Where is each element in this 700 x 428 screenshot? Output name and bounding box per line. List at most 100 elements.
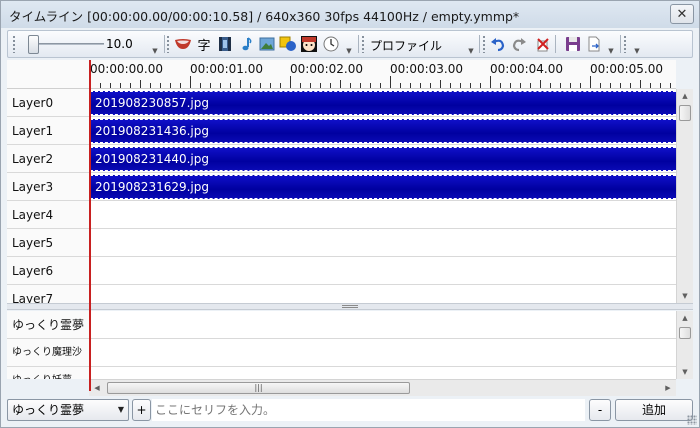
toolbar-grip[interactable]: [361, 35, 365, 53]
ruler-tick: [220, 83, 221, 88]
ruler-tick: [650, 83, 651, 88]
scroll-down-icon[interactable]: ▼: [677, 365, 693, 379]
toolbar-separator: [164, 35, 165, 53]
ruler-tick: [290, 76, 291, 88]
toolbar-grip[interactable]: [623, 35, 627, 53]
ruler-tick: [540, 80, 541, 88]
layer-label[interactable]: Layer3: [7, 173, 89, 201]
character-tracks[interactable]: [89, 311, 676, 379]
ruler-tick: [260, 83, 261, 88]
text-icon[interactable]: 字: [194, 34, 214, 54]
character-label[interactable]: ゆっくり魔理沙: [7, 339, 89, 367]
image-clip[interactable]: 201908231436.jpg: [90, 119, 676, 143]
serif-input-bar: ゆっくり霊夢 ▼ + - 追加: [1, 397, 699, 427]
serif-input[interactable]: [152, 399, 585, 421]
resize-grip[interactable]: [687, 415, 697, 425]
layer-label[interactable]: Layer5: [7, 229, 89, 257]
layer-label[interactable]: Layer7: [7, 285, 89, 303]
delete-icon[interactable]: [533, 34, 553, 54]
scrollbar-thumb[interactable]: [679, 327, 691, 339]
ruler-tick: [520, 83, 521, 88]
layer-label[interactable]: Layer1: [7, 117, 89, 145]
splitter-grip: [342, 305, 358, 308]
toolbar: 10.0 ▼ 字 ▼ プロファイル ▼ ▼ ▼: [7, 30, 693, 58]
toolbar-overflow-dropdown[interactable]: ▼: [632, 33, 642, 55]
character-track-row[interactable]: [89, 311, 676, 339]
character-select[interactable]: ゆっくり霊夢 ▼: [7, 399, 129, 421]
track-row[interactable]: [89, 285, 676, 303]
image-icon[interactable]: [257, 34, 277, 54]
time-ruler[interactable]: 00:00:00.00 00:00:01.00 00:00:02.00 00:0…: [7, 60, 676, 89]
character-label[interactable]: ゆっくり霊夢: [7, 311, 89, 339]
remove-button[interactable]: -: [589, 399, 611, 421]
ruler-tick: [620, 83, 621, 88]
character-icon[interactable]: [299, 34, 319, 54]
toolbar-overflow-dropdown[interactable]: ▼: [606, 33, 616, 55]
track-row[interactable]: [89, 257, 676, 285]
profile-dropdown[interactable]: ▼: [466, 33, 476, 55]
character-track-row[interactable]: [89, 339, 676, 367]
zoom-slider-track[interactable]: [30, 43, 104, 45]
layer-label-column: Layer0 Layer1 Layer2 Layer3 Layer4 Layer…: [7, 89, 89, 303]
title-bar: タイムライン [00:00:00.00/00:00:10.58] / 640x3…: [1, 1, 699, 28]
image-clip[interactable]: 201908231629.jpg: [90, 175, 676, 199]
character-vertical-scrollbar[interactable]: ▲ ▼: [676, 311, 693, 379]
layer-tracks[interactable]: 201908230857.jpg 201908231436.jpg 201908…: [89, 89, 676, 303]
ruler-label: 00:00:04.00: [490, 62, 563, 76]
ruler-tick: [320, 83, 321, 88]
ruler-tick: [430, 83, 431, 88]
toolbar-grip[interactable]: [482, 35, 486, 53]
layer-label[interactable]: Layer2: [7, 145, 89, 173]
ruler-tick: [450, 83, 451, 88]
ruler-tick: [400, 83, 401, 88]
image-clip[interactable]: 201908231440.jpg: [90, 147, 676, 171]
image-clip[interactable]: 201908230857.jpg: [90, 91, 676, 115]
track-row[interactable]: 201908231629.jpg: [89, 173, 676, 201]
track-row[interactable]: 201908231440.jpg: [89, 145, 676, 173]
close-button[interactable]: ✕: [670, 4, 694, 24]
audio-icon[interactable]: [236, 34, 256, 54]
scrollbar-thumb[interactable]: [679, 105, 691, 121]
playhead-line[interactable]: [89, 60, 91, 391]
ruler-tick: [280, 83, 281, 88]
layer-label[interactable]: Layer0: [7, 89, 89, 117]
scrollbar-thumb[interactable]: |||: [107, 382, 410, 394]
character-track-row[interactable]: [89, 367, 676, 379]
track-row[interactable]: [89, 229, 676, 257]
layer-label[interactable]: Layer6: [7, 257, 89, 285]
character-label-column: ゆっくり霊夢 ゆっくり魔理沙 ゆっくり妖夢: [7, 311, 89, 379]
profile-button[interactable]: プロファイル: [370, 37, 442, 54]
export-icon[interactable]: [584, 34, 604, 54]
ruler-tick: [360, 83, 361, 88]
timeline-horizontal-scrollbar[interactable]: ◀ ||| ▶: [89, 379, 676, 396]
toolbar-overflow-dropdown[interactable]: ▼: [150, 33, 160, 55]
layer-vertical-scrollbar[interactable]: ▲ ▼: [676, 89, 693, 303]
scroll-up-icon[interactable]: ▲: [677, 311, 693, 325]
layer-label[interactable]: Layer4: [7, 201, 89, 229]
add-character-button[interactable]: +: [132, 399, 151, 421]
shape-icon[interactable]: [278, 34, 298, 54]
scroll-up-icon[interactable]: ▲: [677, 89, 693, 103]
scroll-left-icon[interactable]: ◀: [89, 380, 105, 396]
redo-icon[interactable]: [509, 34, 529, 54]
add-button[interactable]: 追加: [615, 399, 693, 421]
track-row[interactable]: [89, 201, 676, 229]
undo-icon[interactable]: [488, 34, 508, 54]
window-title: タイムライン [00:00:00.00/00:00:10.58] / 640x3…: [9, 9, 520, 24]
ruler-tick: [370, 83, 371, 88]
toolbar-grip[interactable]: [12, 35, 16, 53]
character-label[interactable]: ゆっくり妖夢: [7, 367, 89, 379]
scroll-right-icon[interactable]: ▶: [660, 380, 676, 396]
track-row[interactable]: 201908231436.jpg: [89, 117, 676, 145]
voice-mouth-icon[interactable]: [173, 34, 193, 54]
track-row[interactable]: 201908230857.jpg: [89, 89, 676, 117]
scrollbar-grip: |||: [254, 383, 263, 392]
save-icon[interactable]: [563, 34, 583, 54]
video-icon[interactable]: [215, 34, 235, 54]
scroll-down-icon[interactable]: ▼: [677, 289, 693, 303]
toolbar-overflow-dropdown[interactable]: ▼: [344, 33, 354, 55]
toolbar-grip[interactable]: [166, 35, 170, 53]
pane-splitter[interactable]: [7, 303, 693, 310]
clock-icon[interactable]: [321, 34, 341, 54]
zoom-slider-thumb[interactable]: [28, 35, 39, 54]
